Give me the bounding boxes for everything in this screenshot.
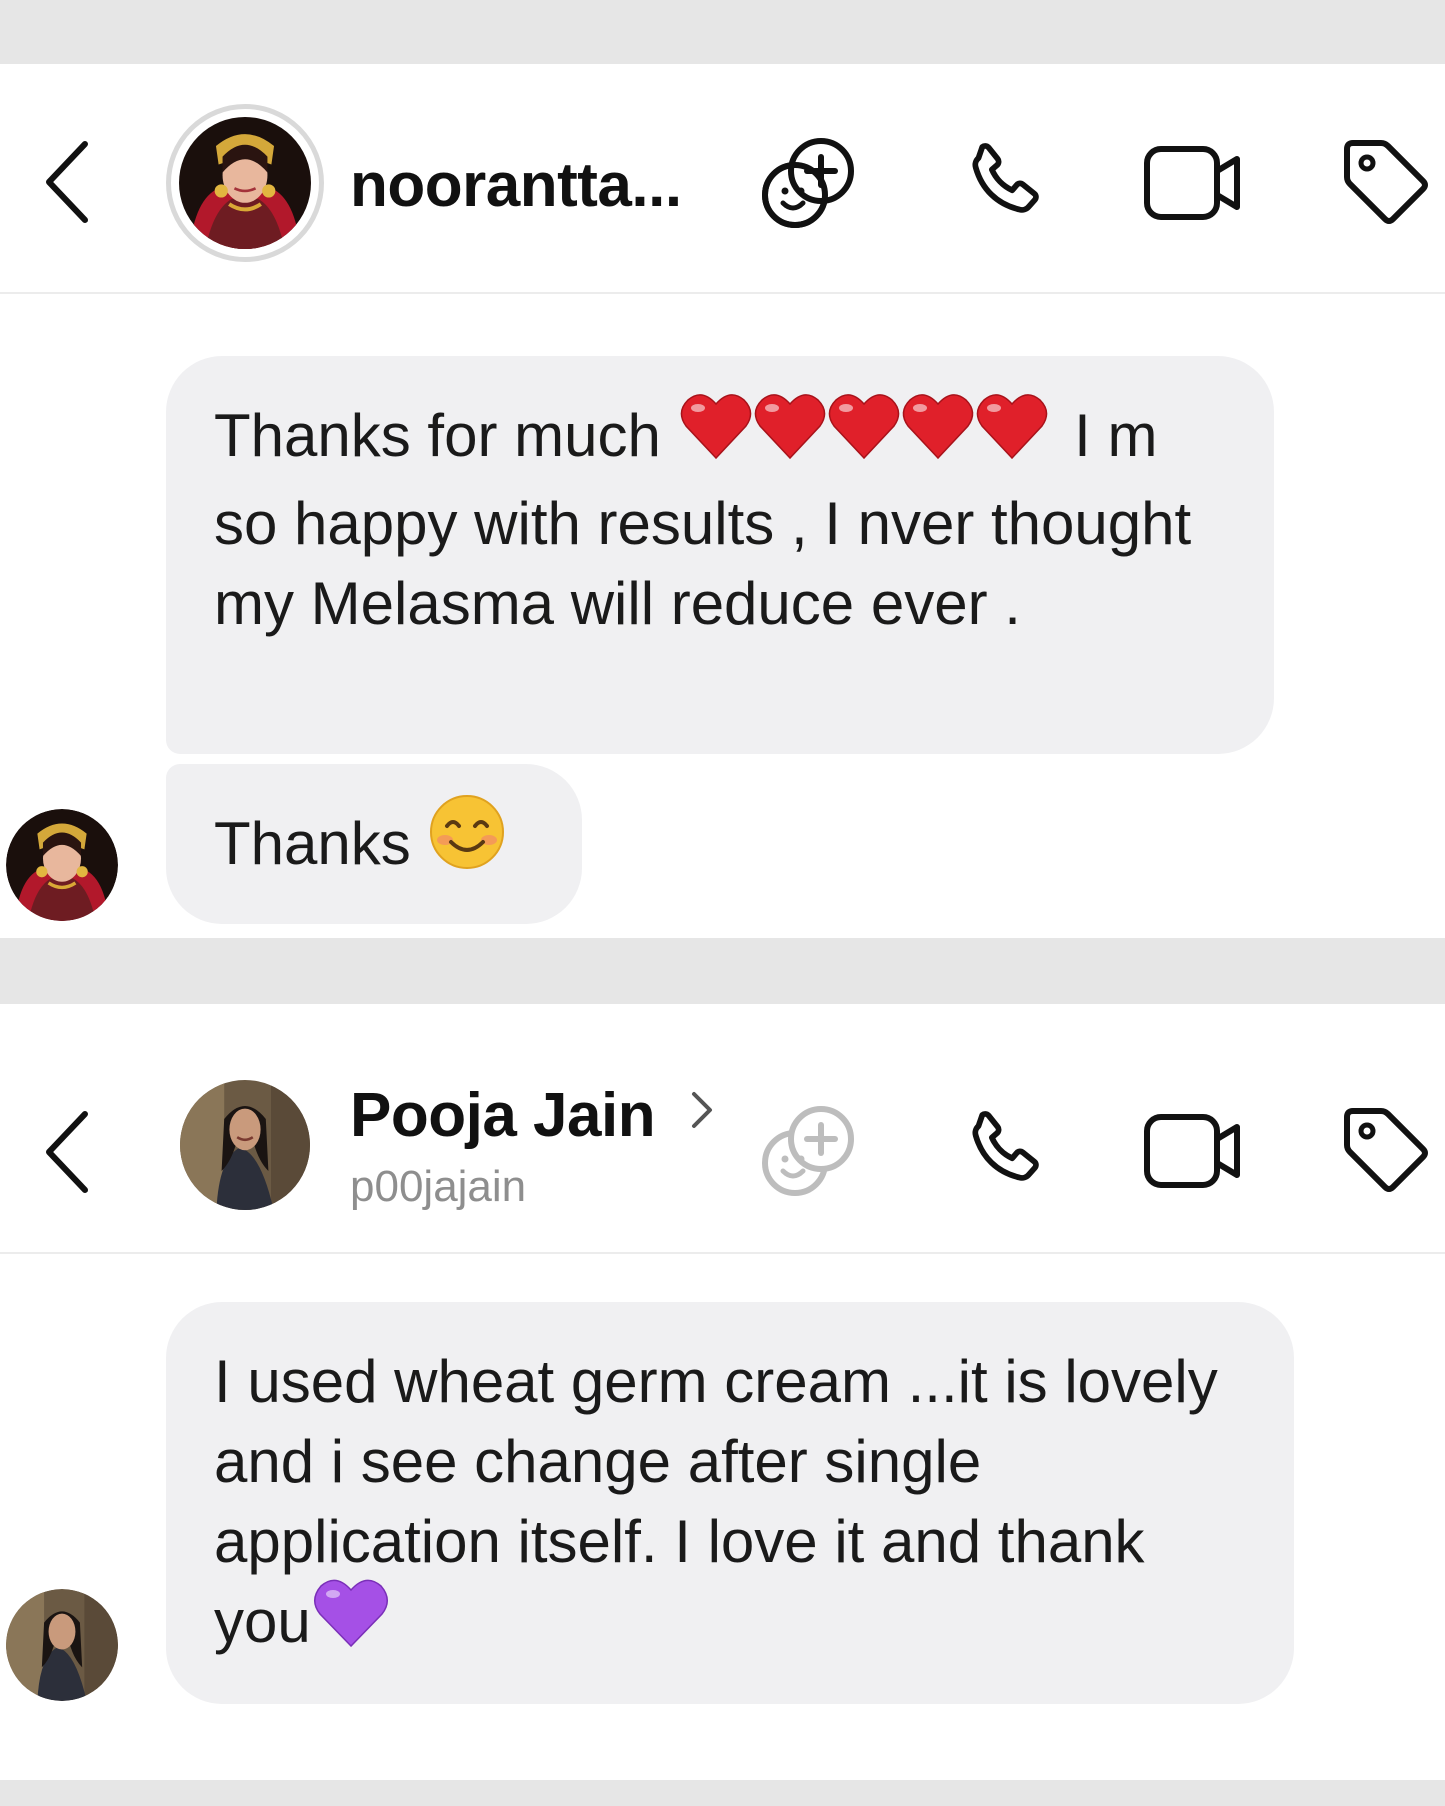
effects-icon	[762, 1106, 854, 1196]
video-camera-icon	[1144, 1114, 1240, 1188]
separator-band-bottom	[0, 1780, 1445, 1806]
chevron-left-icon	[46, 1111, 88, 1193]
back-button[interactable]	[38, 137, 98, 227]
sender-avatar[interactable]	[6, 809, 118, 921]
sender-avatar-image	[6, 809, 118, 921]
purple-heart-emoji	[311, 1570, 391, 1670]
chat-screenshot-1: noorantta... Thanks for much I m so happ…	[0, 64, 1445, 938]
sender-avatar[interactable]	[6, 1589, 118, 1701]
separator-band-middle	[0, 938, 1445, 1004]
contact-avatar-ring[interactable]	[180, 1080, 310, 1210]
back-button[interactable]	[38, 1107, 98, 1197]
chat-header: Pooja Jain p00jajain	[0, 1004, 1445, 1254]
chat-screenshot-2: Pooja Jain p00jajain I used wheat germ c…	[0, 1004, 1445, 1780]
tag-button[interactable]	[1330, 1096, 1440, 1206]
voice-call-button[interactable]	[948, 128, 1058, 238]
voice-call-button[interactable]	[948, 1096, 1058, 1206]
message-text: Thanks for much	[214, 402, 661, 469]
message-bubble[interactable]: Thanks for much I m so happy with result…	[166, 356, 1274, 754]
phone-icon	[972, 143, 1039, 213]
red-heart-emojis	[678, 384, 1058, 484]
heart-icon	[680, 394, 1047, 460]
contact-avatar-ring[interactable]	[166, 104, 324, 262]
video-camera-icon	[1144, 146, 1240, 220]
effects-button[interactable]	[752, 128, 862, 238]
sender-avatar-image	[6, 1589, 118, 1701]
message-bubble[interactable]: I used wheat germ cream ...it is lovely …	[166, 1302, 1294, 1704]
message-bubble[interactable]: Thanks	[166, 764, 582, 924]
smiling-face-icon	[430, 795, 505, 870]
effects-button-disabled[interactable]	[752, 1096, 862, 1206]
video-call-button[interactable]	[1138, 1096, 1248, 1206]
contact-avatar	[180, 1080, 310, 1210]
contact-name[interactable]: Pooja Jain	[350, 1080, 656, 1151]
chat-header: noorantta...	[0, 64, 1445, 294]
effects-icon	[762, 138, 854, 228]
tag-icon	[1344, 140, 1428, 224]
message-text: Thanks	[214, 810, 411, 877]
purple-heart-icon	[313, 1579, 388, 1648]
contact-avatar	[179, 117, 311, 249]
contact-name[interactable]: noorantta...	[350, 150, 682, 221]
phone-icon	[972, 1111, 1039, 1181]
smiling-face-emoji	[427, 792, 507, 892]
tag-button[interactable]	[1330, 128, 1440, 238]
chevron-left-icon	[46, 141, 88, 223]
contact-username: p00jajain	[350, 1162, 527, 1211]
tag-icon	[1344, 1108, 1428, 1192]
separator-band-top	[0, 0, 1445, 64]
video-call-button[interactable]	[1138, 128, 1248, 238]
chevron-right-icon[interactable]	[688, 1088, 716, 1143]
